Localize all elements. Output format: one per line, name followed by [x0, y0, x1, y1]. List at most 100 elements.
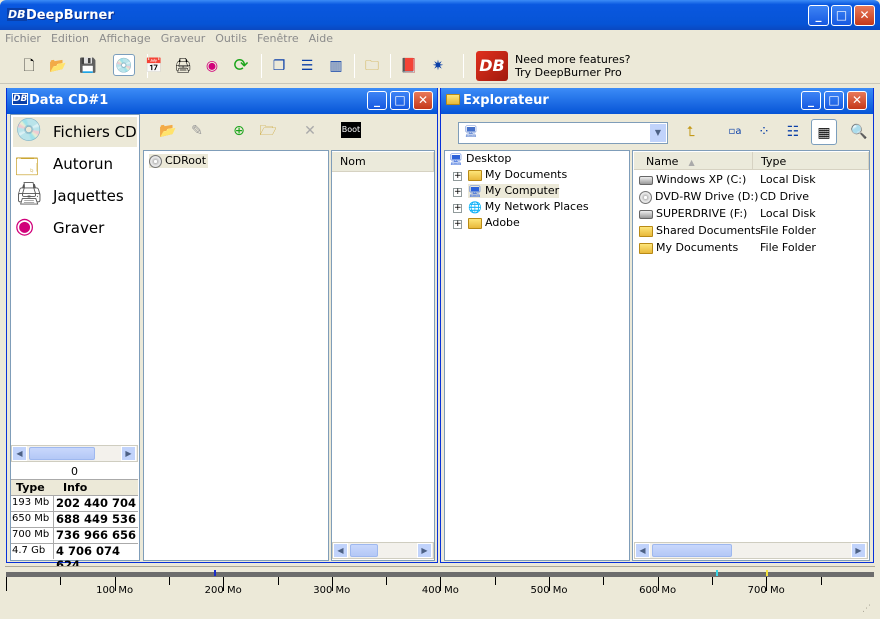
expand-icon[interactable]: + [453, 204, 462, 213]
file-row[interactable]: SUPERDRIVE (F:) Local Disk [639, 207, 867, 223]
menu-bar: Fichier Edition Affichage Graveur Outils Fenê… [0, 30, 880, 48]
cd-root-node[interactable]: CDRoot [149, 154, 209, 168]
ruler-label: 200 Mo [204, 585, 242, 596]
expand-icon[interactable]: + [453, 172, 462, 181]
minimize-button[interactable]: _ [808, 5, 829, 26]
menu-item-3[interactable]: Graveur [156, 30, 211, 47]
cd-minimize-button[interactable]: _ [367, 91, 387, 110]
add-files-icon[interactable]: 🗁 [257, 120, 279, 142]
sidebar-item-label: Autorun [53, 155, 114, 173]
sidebar-item-2[interactable]: 🖨 Jaquettes [13, 181, 137, 211]
menu-item-4[interactable]: Outils [210, 30, 252, 47]
cd-maximize-button[interactable]: □ [390, 91, 410, 110]
maximize-button[interactable]: □ [831, 5, 852, 26]
cd-project-icon[interactable]: 💿 [113, 54, 135, 76]
ruler-tick [60, 577, 62, 585]
tree-node-label: My Documents [485, 168, 568, 181]
sidebar-item-0[interactable]: 💿 Fichiers CD [13, 117, 137, 147]
ruler-tick [820, 577, 822, 585]
list-scroll-right-arrow[interactable]: ▶ [417, 543, 432, 558]
file-name: Shared Documents [656, 224, 761, 237]
menu-item-1[interactable]: Edition [46, 30, 94, 47]
explorer-scroll-thumb[interactable] [652, 544, 732, 557]
explorer-maximize-button[interactable]: □ [824, 91, 844, 110]
cd-root-icon [149, 154, 162, 168]
list-view-icon[interactable]: ☷ [782, 121, 804, 143]
tree-node-desktop[interactable]: 🖥 Desktop [449, 152, 511, 166]
cd-list-panel[interactable] [331, 150, 435, 561]
scroll-right-arrow[interactable]: ▶ [121, 446, 136, 461]
boot-icon[interactable]: Boot [341, 122, 361, 138]
explorer-scroll-left-arrow[interactable]: ◀ [635, 543, 650, 558]
app-logo-icon: DB [7, 8, 27, 21]
file-row[interactable]: Windows XP (C:) Local Disk [639, 173, 867, 189]
promo-text-2[interactable]: Try DeepBurner Pro [515, 66, 622, 79]
marker-cyan [716, 570, 718, 576]
tree-node-my-documents[interactable]: My Documents [468, 168, 567, 181]
scroll-left-arrow[interactable]: ◀ [12, 446, 27, 461]
deepburner-pro-logo[interactable]: DB [476, 51, 508, 81]
about-icon[interactable]: ✷ [427, 55, 449, 77]
refresh-icon[interactable]: ⟳ [230, 55, 252, 77]
large-icons-view-icon[interactable]: ▫a [724, 121, 746, 143]
explorer-minimize-button[interactable]: _ [801, 91, 821, 110]
dropdown-arrow-icon[interactable]: ▼ [650, 124, 666, 142]
calendar-icon[interactable]: 📅 [143, 55, 165, 77]
folder-icon [468, 217, 482, 229]
new-icon[interactable]: 🗋 [18, 55, 40, 77]
new-folder-icon[interactable]: ⊕ [228, 120, 250, 142]
file-row[interactable]: My Documents File Folder [639, 241, 867, 257]
info-row-value: 736 966 656 [53, 528, 136, 543]
file-row[interactable]: DVD-RW Drive (D:) CD Drive [639, 190, 867, 206]
search-icon[interactable]: 🔍 [848, 121, 870, 143]
tree-node-my-computer[interactable]: 🖥 My Computer [468, 184, 560, 198]
scroll-thumb[interactable] [29, 447, 95, 460]
explorer-close-button[interactable]: ✕ [847, 91, 867, 110]
cd-close-button[interactable]: ✕ [413, 91, 433, 110]
resize-grip-icon[interactable]: ⋰ [862, 604, 871, 614]
burn-icon[interactable]: ◉ [201, 55, 223, 77]
menu-item-2[interactable]: Affichage [94, 30, 156, 47]
nom-column-header[interactable]: Nom [332, 152, 434, 172]
delete-icon[interactable]: ✕ [299, 120, 321, 142]
open-folder-icon[interactable]: 📂 [157, 120, 179, 142]
folder-icon[interactable]: 🗀 [361, 55, 383, 77]
file-type: File Folder [760, 241, 816, 254]
tile-vertical-icon[interactable]: ▥ [325, 55, 347, 77]
drive-select[interactable] [458, 122, 668, 144]
help-book-icon[interactable]: 📕 [398, 55, 420, 77]
list-scroll-left-arrow[interactable]: ◀ [333, 543, 348, 558]
menu-item-5[interactable]: Fenêtre [252, 30, 304, 47]
file-row[interactable]: Shared Documents File Folder [639, 224, 867, 240]
menu-item-0[interactable]: Fichier [0, 30, 46, 47]
main-titlebar[interactable] [0, 0, 880, 30]
explorer-scroll-right-arrow[interactable]: ▶ [851, 543, 866, 558]
name-column-header[interactable]: Name ▲ [634, 152, 753, 170]
expand-icon[interactable]: + [453, 220, 462, 229]
ruler-label: 700 Mo [747, 585, 785, 596]
small-icons-view-icon[interactable]: ⁘ [753, 121, 775, 143]
print-icon[interactable]: 🖨 [172, 55, 194, 77]
type-column-header[interactable]: Type [753, 152, 869, 170]
computer-icon: 🖥 [468, 184, 482, 198]
cascade-icon[interactable]: ❐ [268, 55, 290, 77]
sidebar-item-1[interactable]: 🗔 Autorun [13, 149, 137, 179]
promo-text-1[interactable]: Need more features? [515, 53, 631, 66]
tree-node-my-network-places[interactable]: 🌐 My Network Places [468, 200, 589, 214]
open-icon[interactable]: 📂 [47, 55, 69, 77]
network-icon: 🌐 [468, 200, 482, 214]
cd-tree-panel[interactable] [143, 150, 329, 561]
rename-icon[interactable]: ✎ [186, 120, 208, 142]
up-folder-icon[interactable]: ⮤ [680, 121, 702, 143]
file-name: DVD-RW Drive (D:) [655, 190, 759, 203]
expand-icon[interactable]: + [453, 188, 462, 197]
details-view-icon[interactable]: ▦ [811, 119, 837, 145]
tile-horizontal-icon[interactable]: ☰ [296, 55, 318, 77]
save-icon[interactable]: 💾 [77, 55, 99, 77]
file-type: File Folder [760, 224, 816, 237]
tree-node-adobe[interactable]: Adobe [468, 216, 520, 229]
sidebar-item-3[interactable]: ◉ Graver [13, 213, 137, 243]
list-scroll-thumb[interactable] [350, 544, 378, 557]
close-button[interactable]: ✕ [854, 5, 875, 26]
menu-item-6[interactable]: Aide [304, 30, 338, 47]
